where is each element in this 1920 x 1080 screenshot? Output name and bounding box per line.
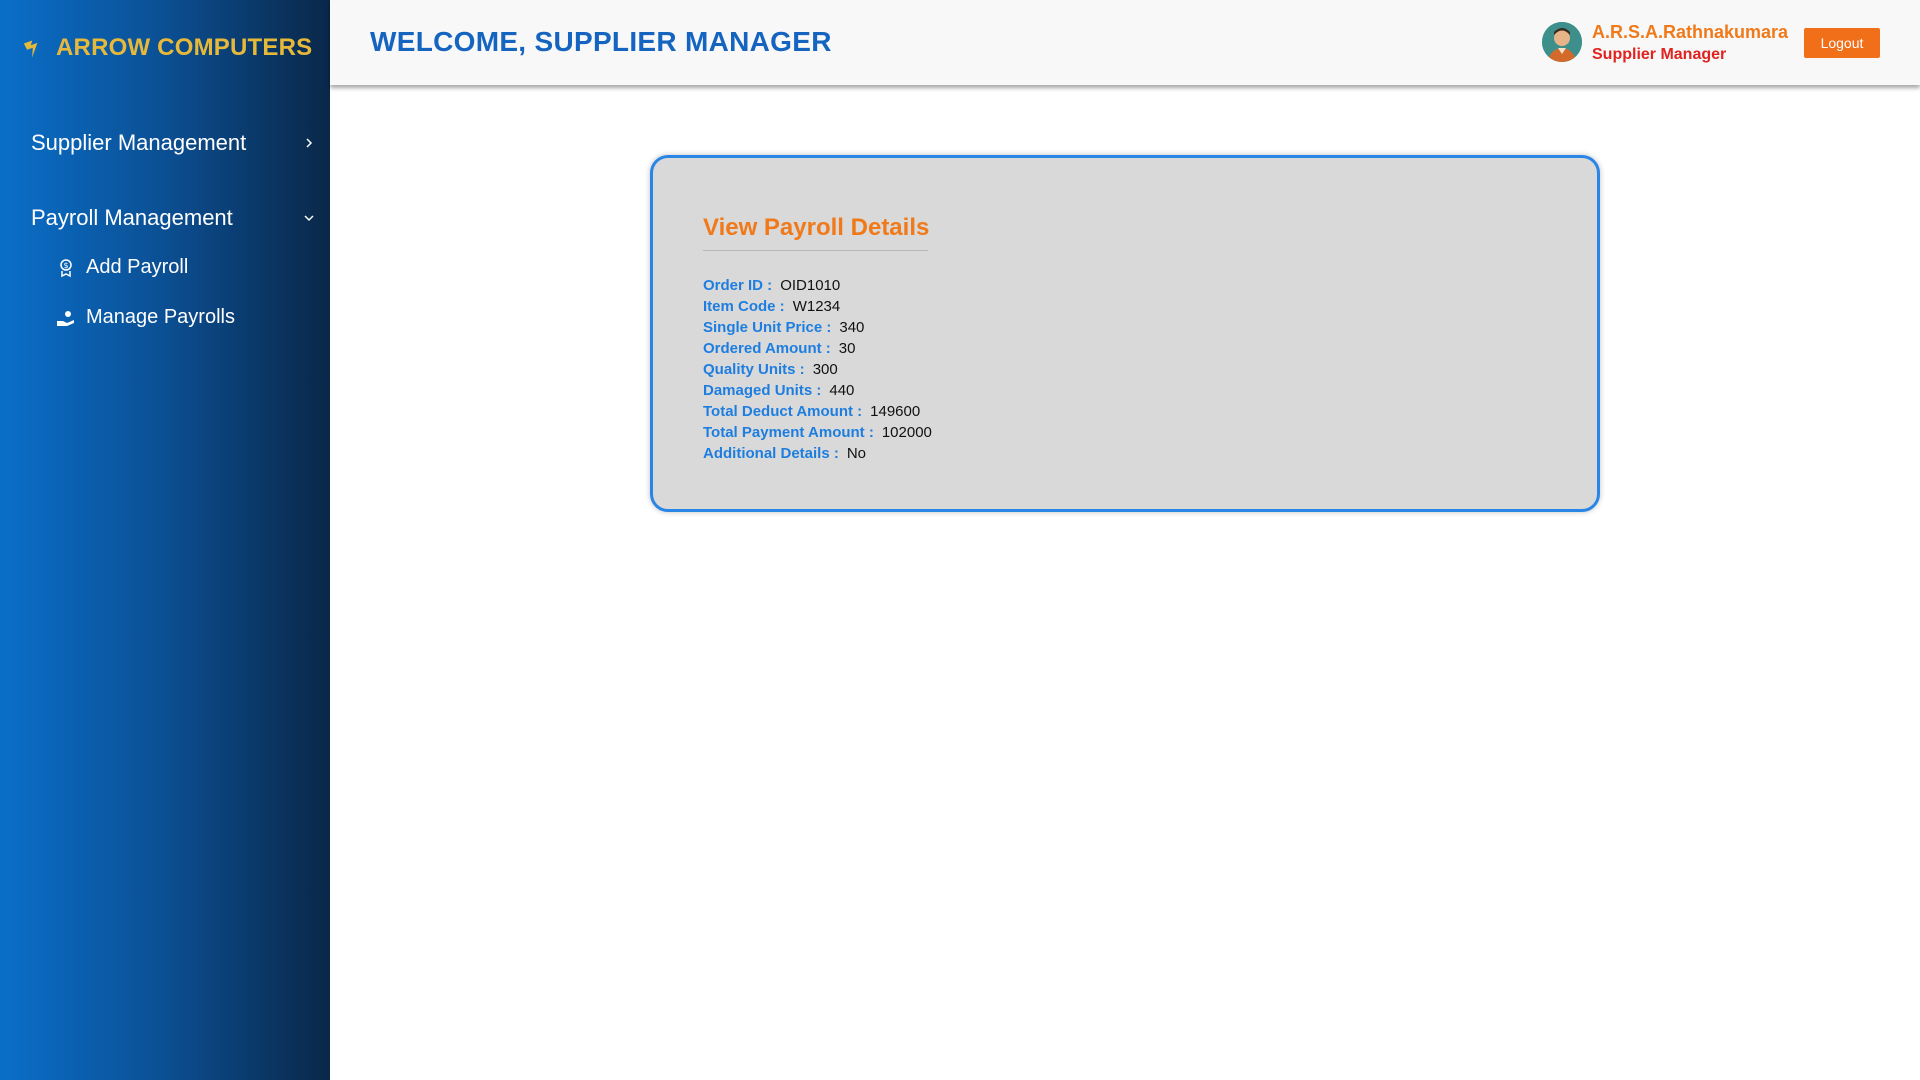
user-name: A.R.S.A.Rathnakumara bbox=[1592, 22, 1789, 42]
detail-value: W1234 bbox=[792, 298, 841, 315]
detail-label: Additional Details : bbox=[703, 445, 839, 462]
payroll-details-card: View Payroll Details Order ID : OID1010 I… bbox=[650, 155, 1600, 512]
manage-payrolls-icon bbox=[56, 308, 76, 328]
detail-label: Order ID : bbox=[703, 277, 773, 294]
sidebar-subitem-label: Manage Payrolls bbox=[86, 306, 235, 328]
detail-row-order-id: Order ID : OID1010 bbox=[703, 275, 932, 296]
detail-row-additional-details: Additional Details : No bbox=[703, 443, 932, 464]
chevron-down-icon bbox=[302, 211, 316, 225]
detail-label: Single Unit Price : bbox=[703, 319, 832, 336]
sidebar-item-label: Payroll Management bbox=[31, 205, 233, 230]
chevron-right-icon bbox=[302, 136, 316, 150]
detail-value: 102000 bbox=[881, 424, 932, 441]
detail-value: 30 bbox=[838, 340, 856, 357]
detail-label: Ordered Amount : bbox=[703, 340, 831, 357]
detail-label: Quality Units : bbox=[703, 361, 805, 378]
detail-label: Total Deduct Amount : bbox=[703, 403, 863, 420]
detail-label: Total Payment Amount : bbox=[703, 424, 874, 441]
title-divider bbox=[703, 250, 928, 251]
brand-name: ARROW COMPUTERS bbox=[56, 34, 313, 61]
sidebar-item-payroll-management[interactable]: Payroll Management bbox=[31, 205, 316, 231]
logout-button[interactable]: Logout bbox=[1804, 28, 1880, 58]
detail-label: Damaged Units : bbox=[703, 382, 822, 399]
sidebar-subitem-label: Add Payroll bbox=[86, 256, 189, 278]
user-role: Supplier Manager bbox=[1592, 46, 1727, 63]
arrow-logo-icon bbox=[22, 35, 48, 61]
sidebar-subitem-add-payroll[interactable]: $ Add Payroll bbox=[56, 256, 188, 279]
top-header: WELCOME, SUPPLIER MANAGER A.R.S.A.Rathna… bbox=[330, 0, 1920, 85]
card-title: View Payroll Details bbox=[703, 214, 930, 241]
detail-value: 149600 bbox=[870, 403, 921, 420]
detail-row-total-payment-amount: Total Payment Amount : 102000 bbox=[703, 422, 932, 443]
detail-value: 440 bbox=[829, 382, 855, 399]
sidebar-item-supplier-management[interactable]: Supplier Management bbox=[31, 130, 316, 156]
detail-row-damaged-units: Damaged Units : 440 bbox=[703, 380, 932, 401]
detail-value: OID1010 bbox=[780, 277, 841, 294]
payroll-details-list: Order ID : OID1010 Item Code : W1234 Singl… bbox=[703, 275, 932, 464]
svg-text:$: $ bbox=[63, 261, 68, 270]
detail-row-ordered-amount: Ordered Amount : 30 bbox=[703, 338, 932, 359]
detail-value: No bbox=[846, 445, 867, 462]
detail-label: Item Code : bbox=[703, 298, 785, 315]
sidebar-subitem-manage-payrolls[interactable]: Manage Payrolls bbox=[56, 306, 235, 329]
detail-value: 340 bbox=[839, 319, 865, 336]
brand[interactable]: ARROW COMPUTERS bbox=[22, 34, 312, 62]
add-payroll-icon: $ bbox=[56, 258, 76, 278]
detail-row-total-deduct-amount: Total Deduct Amount : 149600 bbox=[703, 401, 932, 422]
sidebar-item-label: Supplier Management bbox=[31, 130, 247, 155]
detail-row-quality-units: Quality Units : 300 bbox=[703, 359, 932, 380]
sidebar: ARROW COMPUTERS Supplier Management Payr… bbox=[0, 0, 330, 1080]
detail-row-item-code: Item Code : W1234 bbox=[703, 296, 932, 317]
page-title: WELCOME, SUPPLIER MANAGER bbox=[370, 26, 832, 57]
avatar[interactable] bbox=[1542, 22, 1582, 62]
detail-row-single-unit-price: Single Unit Price : 340 bbox=[703, 317, 932, 338]
detail-value: 300 bbox=[812, 361, 838, 378]
